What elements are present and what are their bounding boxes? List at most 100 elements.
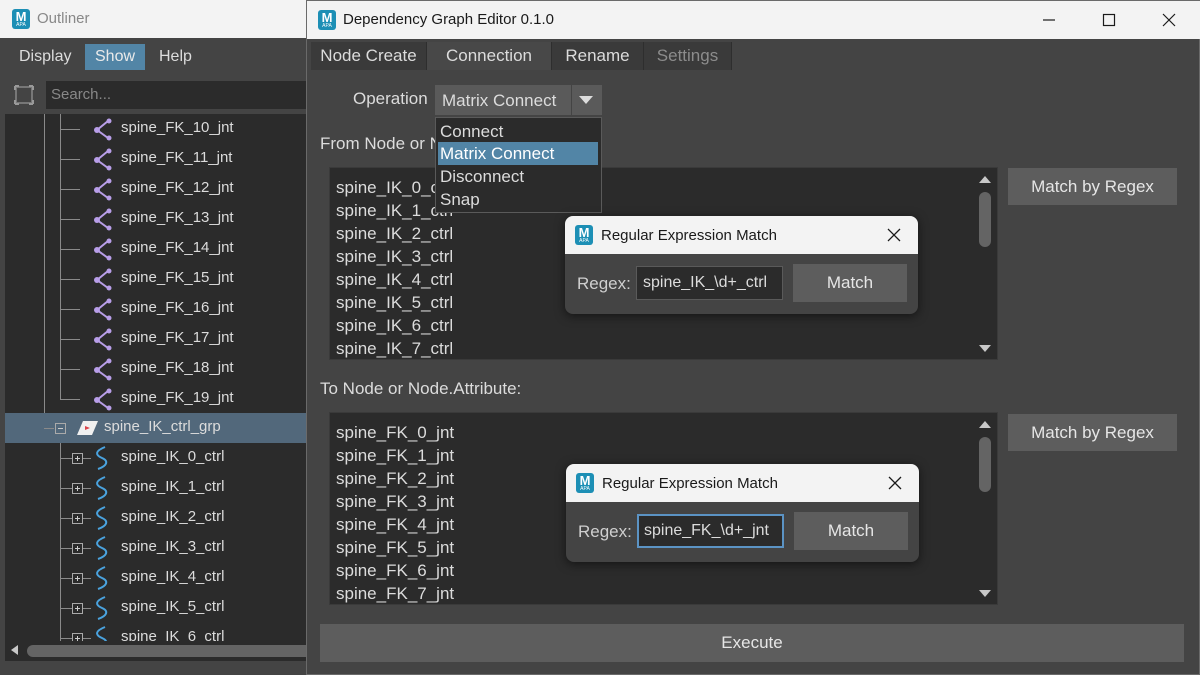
app-logo-icon: M APA bbox=[318, 10, 336, 30]
expand-toggle[interactable] bbox=[72, 513, 83, 524]
collapse-toggle[interactable] bbox=[55, 423, 66, 434]
expand-toggle[interactable] bbox=[72, 633, 83, 641]
app-logo-sub: APA bbox=[322, 23, 332, 29]
tree-row-joint[interactable]: spine_FK_18_jnt bbox=[5, 354, 316, 384]
scroll-down-icon[interactable] bbox=[979, 345, 991, 352]
tree-connector-line bbox=[83, 488, 91, 489]
expand-toggle[interactable] bbox=[72, 543, 83, 554]
tree-row-joint[interactable]: spine_FK_19_jnt bbox=[5, 384, 316, 414]
outliner-search-input[interactable]: Search... bbox=[46, 81, 316, 109]
tree-row-ctrl[interactable]: spine_IK_6_ctrl bbox=[5, 623, 316, 641]
execute-button[interactable]: Execute bbox=[320, 624, 1184, 662]
close-icon[interactable] bbox=[884, 472, 906, 494]
tree-row-ctrl[interactable]: spine_IK_3_ctrl bbox=[5, 533, 316, 563]
tree-connector-line bbox=[60, 638, 72, 639]
list-item[interactable]: spine_IK_5_ctrl bbox=[336, 293, 453, 313]
expand-toggle[interactable] bbox=[72, 573, 83, 584]
tree-row-ctrl[interactable]: spine_IK_1_ctrl bbox=[5, 473, 316, 503]
expand-toggle[interactable] bbox=[72, 603, 83, 614]
tree-row-joint[interactable]: spine_FK_11_jnt bbox=[5, 144, 316, 174]
menu-show[interactable]: Show bbox=[85, 44, 146, 70]
list-item[interactable]: spine_IK_6_ctrl bbox=[336, 316, 453, 336]
close-icon[interactable] bbox=[883, 224, 905, 246]
tree-row-joint[interactable]: spine_FK_16_jnt bbox=[5, 294, 316, 324]
scroll-up-icon[interactable] bbox=[979, 421, 991, 428]
joint-icon bbox=[94, 268, 112, 291]
list-item[interactable]: spine_FK_0_jnt bbox=[336, 423, 454, 443]
tree-connector-line bbox=[83, 638, 91, 639]
tree-row-label: spine_IK_4_ctrl bbox=[121, 568, 225, 585]
tree-row-ctrl[interactable]: spine_IK_4_ctrl bbox=[5, 563, 316, 593]
tree-row-joint[interactable]: spine_FK_10_jnt bbox=[5, 114, 316, 144]
tree-row-joint[interactable]: spine_FK_14_jnt bbox=[5, 234, 316, 264]
expand-toggle[interactable] bbox=[72, 483, 83, 494]
scroll-left-icon[interactable] bbox=[11, 645, 18, 655]
outliner-horizontal-scrollbar[interactable] bbox=[5, 641, 316, 661]
editor-title: Dependency Graph Editor 0.1.0 bbox=[343, 11, 554, 28]
tab-rename[interactable]: Rename bbox=[552, 42, 644, 70]
from-match-by-regex-button[interactable]: Match by Regex bbox=[1008, 168, 1177, 205]
list-item[interactable]: spine_FK_7_jnt bbox=[336, 584, 454, 604]
option-snap[interactable]: Snap bbox=[438, 188, 598, 211]
tree-connector-line bbox=[83, 578, 91, 579]
regex-input[interactable]: spine_FK_\d+_jnt bbox=[637, 514, 784, 548]
expand-toggle[interactable] bbox=[72, 453, 83, 464]
regex-input[interactable]: spine_IK_\d+_ctrl bbox=[636, 266, 783, 300]
joint-icon bbox=[94, 208, 112, 231]
joint-icon bbox=[94, 238, 112, 261]
scrollbar-thumb[interactable] bbox=[27, 645, 316, 657]
tab-settings[interactable]: Settings bbox=[644, 42, 732, 70]
to-label: To Node or Node.Attribute: bbox=[320, 379, 522, 398]
dropdown-arrow-icon[interactable] bbox=[579, 96, 593, 104]
operation-select[interactable]: Matrix Connect bbox=[435, 85, 602, 115]
to-match-by-regex-button[interactable]: Match by Regex bbox=[1008, 414, 1177, 451]
tree-connector-line bbox=[83, 458, 91, 459]
menu-help[interactable]: Help bbox=[149, 44, 202, 70]
minimize-button[interactable] bbox=[1019, 1, 1079, 39]
tree-row-ctrl[interactable]: spine_IK_5_ctrl bbox=[5, 593, 316, 623]
tree-row-joint[interactable]: spine_FK_17_jnt bbox=[5, 324, 316, 354]
from-list-scrollbar[interactable] bbox=[976, 170, 994, 357]
group-icon bbox=[77, 421, 98, 435]
match-button[interactable]: Match bbox=[793, 264, 907, 302]
tree-row-label: spine_IK_0_ctrl bbox=[121, 448, 225, 465]
scrollbar-thumb[interactable] bbox=[979, 192, 991, 247]
menu-display[interactable]: Display bbox=[9, 44, 81, 70]
curve-icon bbox=[96, 506, 108, 530]
tree-row-group[interactable]: spine_IK_ctrl_grp bbox=[5, 413, 316, 443]
scrollbar-thumb[interactable] bbox=[979, 437, 991, 492]
option-matrix-connect[interactable]: Matrix Connect bbox=[438, 142, 598, 165]
list-item[interactable]: spine_FK_2_jnt bbox=[336, 469, 454, 489]
list-item[interactable]: spine_FK_4_jnt bbox=[336, 515, 454, 535]
list-item[interactable]: spine_FK_1_jnt bbox=[336, 446, 454, 466]
list-item[interactable]: spine_IK_7_ctrl bbox=[336, 339, 453, 359]
tree-row-label: spine_IK_1_ctrl bbox=[121, 478, 225, 495]
regex-dialog-from: M APA Regular Expression Match Regex: spi… bbox=[565, 216, 918, 314]
tree-row-joint[interactable]: spine_FK_12_jnt bbox=[5, 174, 316, 204]
list-item[interactable]: spine_IK_2_ctrl bbox=[336, 224, 453, 244]
tree-row-joint[interactable]: spine_FK_13_jnt bbox=[5, 204, 316, 234]
scroll-down-icon[interactable] bbox=[979, 590, 991, 597]
tree-row-ctrl[interactable]: spine_IK_2_ctrl bbox=[5, 503, 316, 533]
tree-row-ctrl[interactable]: spine_IK_0_ctrl bbox=[5, 443, 316, 473]
filter-icon[interactable] bbox=[13, 84, 35, 106]
outliner-tree[interactable]: spine_FK_10_jnt spine_FK_11_jnt spine_FK_1… bbox=[5, 114, 316, 641]
tab-node-create[interactable]: Node Create bbox=[311, 42, 427, 70]
list-item[interactable]: spine_FK_6_jnt bbox=[336, 561, 454, 581]
tree-row-joint[interactable]: spine_FK_15_jnt bbox=[5, 264, 316, 294]
maximize-icon bbox=[1102, 13, 1116, 27]
close-button[interactable] bbox=[1139, 1, 1199, 39]
tab-connection[interactable]: Connection bbox=[427, 42, 552, 70]
list-item[interactable]: spine_FK_3_jnt bbox=[336, 492, 454, 512]
match-button[interactable]: Match bbox=[794, 512, 908, 550]
option-connect[interactable]: Connect bbox=[438, 120, 598, 143]
maximize-button[interactable] bbox=[1079, 1, 1139, 39]
option-disconnect[interactable]: Disconnect bbox=[438, 165, 598, 188]
tree-connector-line bbox=[60, 518, 72, 519]
list-item[interactable]: spine_FK_5_jnt bbox=[336, 538, 454, 558]
list-item[interactable]: spine_IK_3_ctrl bbox=[336, 247, 453, 267]
tree-row-label: spine_FK_10_jnt bbox=[121, 119, 234, 136]
scroll-up-icon[interactable] bbox=[979, 176, 991, 183]
to-list-scrollbar[interactable] bbox=[976, 415, 994, 602]
list-item[interactable]: spine_IK_4_ctrl bbox=[336, 270, 453, 290]
